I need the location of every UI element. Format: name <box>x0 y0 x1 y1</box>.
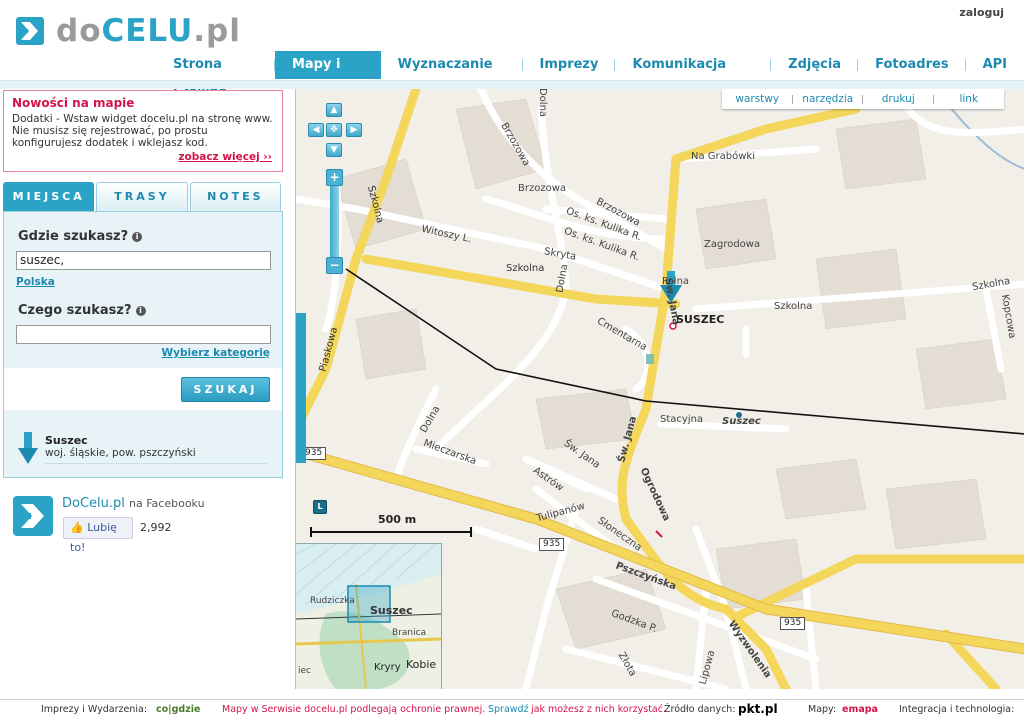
divider <box>45 463 267 464</box>
overview-label: Suszec <box>370 604 413 617</box>
link-button[interactable]: link <box>934 93 1005 105</box>
scale-label: 500 m <box>378 513 417 526</box>
pan-down-button[interactable]: ▼ <box>326 143 342 157</box>
logo-arrow-icon <box>16 17 44 45</box>
street-label: Polna <box>662 276 690 287</box>
layer-badge[interactable]: L <box>313 500 327 514</box>
street-label: Szkolna <box>774 301 813 312</box>
panel-collapse-handle[interactable] <box>296 313 306 463</box>
where-label: Gdzie szukasz? i <box>18 229 143 244</box>
news-more-link[interactable]: zobacz więcej ›› <box>178 151 272 163</box>
nav-api[interactable]: API <box>966 51 1024 79</box>
footer-integration-label: Integracja i technologia: <box>899 704 1015 715</box>
news-text: Dodatki - Wstaw widget docelu.pl na stro… <box>12 113 273 149</box>
what-input[interactable] <box>16 325 271 344</box>
footer-cogdzie-link[interactable]: co|gdzie <box>156 704 200 715</box>
zoom-in-button[interactable]: + <box>326 169 343 186</box>
pan-up-button[interactable]: ▲ <box>326 103 342 117</box>
nav-fotoadres[interactable]: Fotoadres <box>858 51 967 79</box>
footer-events-label: Imprezy i Wydarzenia: <box>41 704 148 715</box>
tab-routes[interactable]: TRASY <box>96 182 188 212</box>
main-nav: Strona Główna Mapy i firmy Wyznaczanie t… <box>156 51 1024 100</box>
result-item[interactable]: Suszec woj. śląskie, pow. pszczyński <box>18 430 268 464</box>
info-icon[interactable]: i <box>132 231 143 242</box>
street-label: Dolna <box>537 89 549 118</box>
street-label: Brzozowa <box>518 183 567 194</box>
nav-home[interactable]: Strona Główna <box>156 51 275 100</box>
category-link[interactable]: Wybierz kategorię <box>162 347 270 359</box>
road-number: 935 <box>539 538 565 551</box>
news-title: Nowości na mapie <box>12 96 135 110</box>
nav-route[interactable]: Wyznaczanie trasy <box>381 51 523 100</box>
pan-right-button[interactable]: ▶ <box>346 123 362 137</box>
overview-label: Rudziczka <box>310 596 355 606</box>
station-label: Suszec <box>722 416 761 427</box>
footer-maps-label: Mapy: <box>808 704 837 715</box>
overview-label: iec <box>298 666 311 676</box>
news-box: Nowości na mapie Dodatki - Wstaw widget … <box>3 90 283 172</box>
country-link[interactable]: Polska <box>16 276 55 288</box>
location-arrow-icon <box>18 432 38 464</box>
nav-maps[interactable]: Mapy i firmy <box>274 51 381 100</box>
logo-text: doCELU.pl <box>56 13 241 49</box>
city-label: SUSZEC <box>676 313 725 326</box>
search-panel: Gdzie szukasz? i suszec, Polska Czego szu… <box>3 211 283 478</box>
nav-photos[interactable]: Zdjęcia <box>771 51 859 79</box>
print-button[interactable]: drukuj <box>863 93 934 105</box>
footer-check-rest: jak możesz z nich korzystać. <box>531 704 666 715</box>
thumbs-up-icon: 👍 <box>70 521 84 534</box>
logo[interactable]: doCELU.pl <box>16 13 241 49</box>
layers-button[interactable]: warstwy <box>722 93 793 105</box>
overview-label: Kobie <box>406 658 437 671</box>
search-button[interactable]: SZUKAJ <box>181 377 270 402</box>
road-number: 935 <box>780 617 806 630</box>
pan-left-button[interactable]: ◀ <box>308 123 324 137</box>
result-desc: woj. śląskie, pow. pszczyński <box>45 447 196 459</box>
docelu-logo-icon[interactable] <box>13 496 53 536</box>
search-button-area: SZUKAJ <box>4 368 282 410</box>
nav-transport[interactable]: Komunikacja miejska <box>615 51 771 100</box>
tab-notes[interactable]: NOTES <box>189 182 281 212</box>
overview-label: Kryry <box>374 662 401 673</box>
like-count: 2,992 <box>140 521 172 534</box>
tab-places[interactable]: MIEJSCA <box>3 182 95 212</box>
what-label: Czego szukasz? i <box>18 303 146 318</box>
facebook-title[interactable]: DoCelu.pl na Facebooku <box>62 496 205 511</box>
footer-emapa-link[interactable]: emapa <box>842 704 878 715</box>
tools-button[interactable]: narzędzia <box>793 93 864 105</box>
like-button[interactable]: 👍 Lubię to! <box>63 517 133 554</box>
overview-label: Branica <box>392 628 427 638</box>
street-label: Szkolna <box>506 263 545 274</box>
footer-check-link[interactable]: Sprawdź <box>488 704 529 715</box>
footer-copyright: Mapy w Serwisie docelu.pl podlegają ochr… <box>222 704 486 715</box>
footer-source-label: Źródło danych: <box>664 704 736 715</box>
zoom-out-button[interactable]: − <box>326 257 343 274</box>
zoom-slider[interactable] <box>330 186 339 258</box>
street-label: Na Grabówki <box>691 151 755 162</box>
page: doCELU.pl zaloguj Strona Główna Mapy i f… <box>0 0 1024 717</box>
result-name: Suszec <box>45 434 88 447</box>
footer-pkt-link[interactable]: pkt.pl <box>738 702 778 716</box>
footer: Imprezy i Wydarzenia: co|gdzie Mapy w Se… <box>0 699 1024 717</box>
map-view[interactable]: Na Grabówki Brzozowa Brzozowa Brzozowa O… <box>295 89 1024 689</box>
pan-center-button[interactable]: ✥ <box>326 123 342 137</box>
map-toolbar: warstwy narzędzia drukuj link <box>722 89 1004 109</box>
where-input[interactable]: suszec, <box>16 251 271 270</box>
overview-map[interactable]: Rudziczka Suszec Branica Kryry Kobie iec <box>296 543 442 689</box>
street-label: Stacyjna <box>660 414 704 425</box>
info-icon[interactable]: i <box>135 305 146 316</box>
nav-underline <box>0 80 1024 89</box>
login-link[interactable]: zaloguj <box>959 6 1004 19</box>
street-label: Zagrodowa <box>704 239 761 250</box>
search-tabs: MIEJSCA TRASY NOTES <box>3 182 283 212</box>
nav-events[interactable]: Imprezy <box>523 51 616 79</box>
